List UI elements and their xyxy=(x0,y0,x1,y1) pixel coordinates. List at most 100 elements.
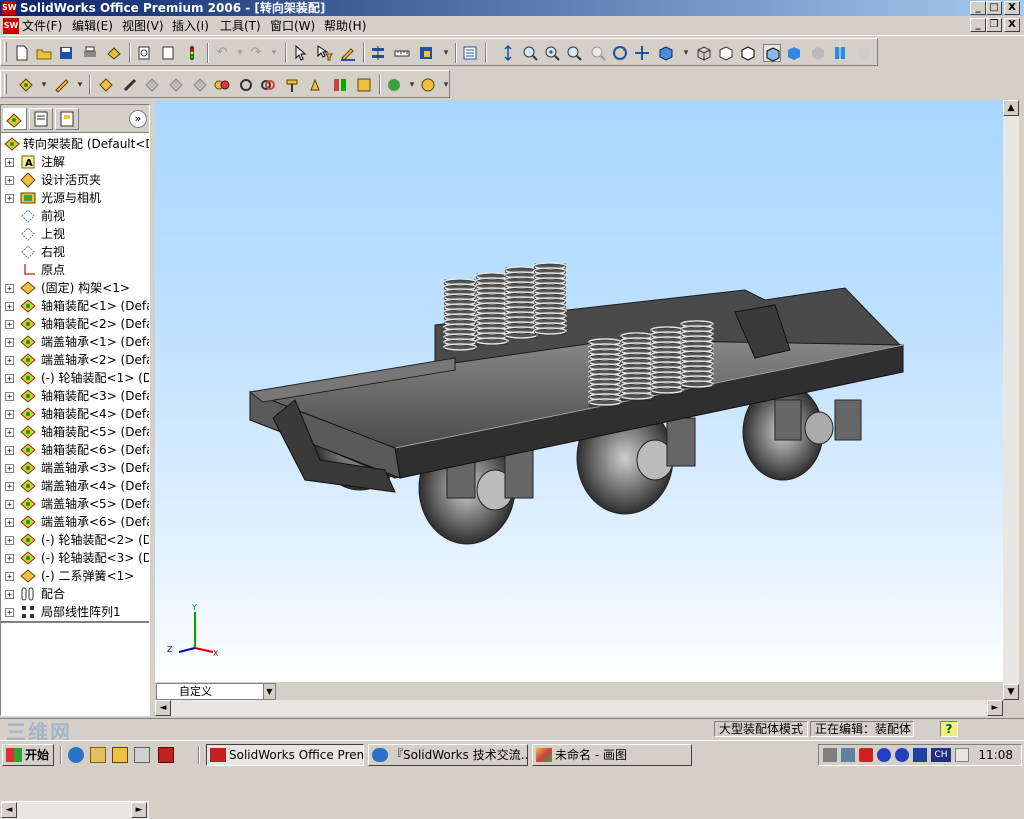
undo-icon[interactable]: ↶ xyxy=(213,44,231,62)
configuration-manager-tab[interactable] xyxy=(55,108,79,130)
tree-item[interactable]: + (固定) 构架<1> xyxy=(1,279,149,297)
solidworks-quicklaunch-icon[interactable] xyxy=(158,747,174,763)
menu-insert[interactable]: 插入(I) xyxy=(172,18,209,34)
info-icon[interactable] xyxy=(895,748,909,762)
messenger-icon[interactable] xyxy=(877,748,891,762)
clock[interactable]: 11:08 xyxy=(978,745,1013,765)
hide-show-components-icon[interactable] xyxy=(97,76,115,94)
tree-item[interactable]: + 配合 xyxy=(1,585,149,603)
make-assembly-icon[interactable] xyxy=(105,44,123,62)
interference-detection-icon[interactable] xyxy=(259,76,277,94)
expand-toggle-icon[interactable]: + xyxy=(5,482,14,491)
section-view-icon[interactable] xyxy=(831,44,849,62)
shadows-icon[interactable] xyxy=(809,44,827,62)
network-icon[interactable] xyxy=(841,748,855,762)
tree-item[interactable]: + (-) 二系弹簧<1> xyxy=(1,567,149,585)
expand-toggle-icon[interactable]: + xyxy=(5,320,14,329)
zoom-to-selection-icon[interactable] xyxy=(565,44,583,62)
rebuild-icon[interactable] xyxy=(183,44,201,62)
save-icon[interactable] xyxy=(57,44,75,62)
expand-toggle-icon[interactable]: + xyxy=(5,338,14,347)
select-arrow-icon[interactable] xyxy=(291,44,309,62)
tree-item[interactable]: 上视 xyxy=(1,225,149,243)
scroll-up-arrow-icon[interactable]: ▲ xyxy=(1003,100,1019,116)
document-icon[interactable]: SW xyxy=(3,18,19,34)
expand-toggle-icon[interactable]: + xyxy=(5,392,14,401)
expand-toggle-icon[interactable]: + xyxy=(5,158,14,167)
photoworks-icon[interactable] xyxy=(419,76,437,94)
vertical-scrollbar[interactable]: ▲ ▼ xyxy=(1003,100,1019,700)
tree-item[interactable]: + 轴箱装配<3> (Defau xyxy=(1,387,149,405)
graphics-area[interactable]: Y Z X xyxy=(155,100,1003,682)
smart-fasteners-icon[interactable] xyxy=(191,76,209,94)
explode-line-sketch-icon[interactable] xyxy=(237,76,255,94)
maximize-button[interactable]: □ xyxy=(986,1,1002,15)
explorer-quicklaunch-icon[interactable] xyxy=(112,747,128,763)
tree-item[interactable]: + 端盖轴承<3> (Defau xyxy=(1,459,149,477)
view-orientation-dropdown-icon[interactable]: ▾ xyxy=(677,44,695,62)
mate-icon[interactable] xyxy=(121,76,139,94)
tree-item[interactable]: + 局部线性阵列1 xyxy=(1,603,149,621)
measure-icon[interactable] xyxy=(393,44,411,62)
dropdown-arrow-icon[interactable]: ▼ xyxy=(263,684,275,699)
feature-manager-tab[interactable] xyxy=(3,108,27,130)
tree-item[interactable]: + 设计活页夹 xyxy=(1,171,149,189)
tree-item[interactable]: + 轴箱装配<5> (Defau xyxy=(1,423,149,441)
antivirus-icon[interactable] xyxy=(859,748,873,762)
hidden-lines-removed-icon[interactable] xyxy=(739,44,757,62)
expand-toggle-icon[interactable]: + xyxy=(5,554,14,563)
volume-icon[interactable] xyxy=(823,748,837,762)
expand-toggle-icon[interactable]: + xyxy=(5,410,14,419)
realview-icon[interactable] xyxy=(855,44,873,62)
tree-item[interactable]: + 端盖轴承<5> (Defau xyxy=(1,495,149,513)
tree-item[interactable]: + 轴箱装配<1> (Defau xyxy=(1,297,149,315)
tree-item[interactable]: + (-) 轮轴装配<1> (De xyxy=(1,369,149,387)
shaded-with-edges-icon[interactable] xyxy=(763,44,781,62)
expand-panel-button[interactable]: » xyxy=(129,110,147,128)
expand-toggle-icon[interactable]: + xyxy=(5,302,14,311)
tree-item[interactable]: + 端盖轴承<4> (Defau xyxy=(1,477,149,495)
zoom-to-fit-arrow-icon[interactable] xyxy=(499,44,517,62)
shaded-icon[interactable] xyxy=(785,44,803,62)
tree-item[interactable]: + 轴箱装配<6> (Defau xyxy=(1,441,149,459)
keyboard-icon[interactable] xyxy=(955,748,969,762)
scroll-left-arrow-icon[interactable]: ◄ xyxy=(1,802,17,818)
property-manager-tab[interactable] xyxy=(29,108,53,130)
tree-item[interactable]: + 轴箱装配<2> (Defau xyxy=(1,315,149,333)
edit-component-icon[interactable] xyxy=(53,76,71,94)
update-icon[interactable] xyxy=(913,748,927,762)
scroll-right-arrow-icon[interactable]: ► xyxy=(131,802,147,818)
close-button[interactable]: X xyxy=(1004,1,1020,15)
pan-icon[interactable] xyxy=(633,44,651,62)
exploded-view-icon[interactable] xyxy=(213,76,231,94)
insert-component-dropdown-icon[interactable]: ▾ xyxy=(35,76,53,94)
hidden-lines-visible-icon[interactable] xyxy=(717,44,735,62)
expand-toggle-icon[interactable]: + xyxy=(5,194,14,203)
print-icon[interactable] xyxy=(81,44,99,62)
tree-item[interactable]: 原点 xyxy=(1,261,149,279)
tree-item[interactable]: 转向架装配 (Default<Di xyxy=(1,135,149,153)
rotate-view-icon[interactable] xyxy=(611,44,629,62)
expand-toggle-icon[interactable]: + xyxy=(5,536,14,545)
redo-icon[interactable]: ↷ xyxy=(247,44,265,62)
tree-item[interactable]: + A 注解 xyxy=(1,153,149,171)
ie-quicklaunch-icon[interactable] xyxy=(68,747,84,763)
menu-window[interactable]: 窗口(W) xyxy=(270,18,315,34)
expand-toggle-icon[interactable]: + xyxy=(5,608,14,617)
expand-toggle-icon[interactable]: + xyxy=(5,284,14,293)
show-desktop-icon[interactable] xyxy=(90,747,106,763)
expand-toggle-icon[interactable]: + xyxy=(5,572,14,581)
wireframe-icon[interactable] xyxy=(695,44,713,62)
tree-item[interactable]: + 轴箱装配<4> (Defau xyxy=(1,405,149,423)
menu-help[interactable]: 帮助(H) xyxy=(324,18,366,34)
tree-item[interactable]: + 端盖轴承<2> (Defau xyxy=(1,351,149,369)
task-paint[interactable]: 未命名 - 画图 xyxy=(532,744,692,766)
menu-tools[interactable]: 工具(T) xyxy=(220,18,261,34)
menu-file[interactable]: 文件(F) xyxy=(22,18,62,34)
scroll-left-arrow-icon[interactable]: ◄ xyxy=(155,700,171,716)
menu-edit[interactable]: 编辑(E) xyxy=(72,18,113,34)
photoworks-dropdown-icon[interactable]: ▾ xyxy=(437,76,455,94)
tree-item[interactable]: + 端盖轴承<6> (Defau xyxy=(1,513,149,531)
mass-properties-icon[interactable] xyxy=(417,44,435,62)
scroll-down-arrow-icon[interactable]: ▼ xyxy=(1003,684,1019,700)
